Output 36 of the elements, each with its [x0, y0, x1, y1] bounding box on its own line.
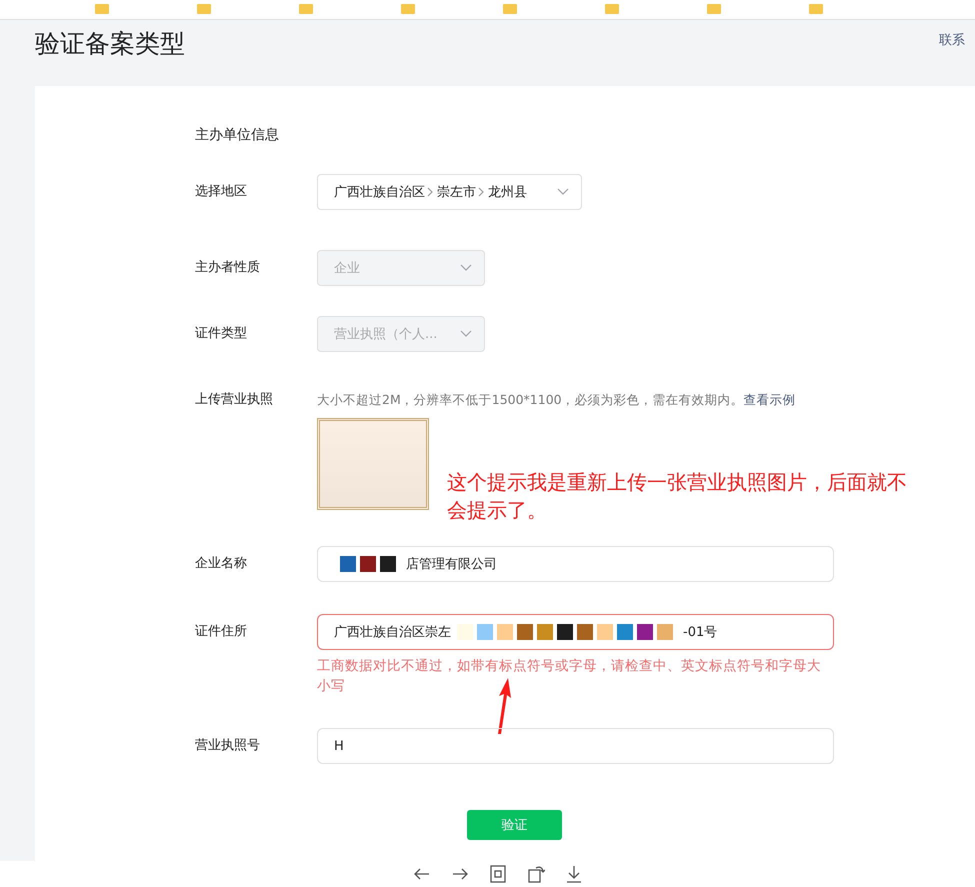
select-field: 营业执照（个人...	[317, 316, 485, 352]
field-label: 选择地区	[195, 183, 248, 201]
folder-icon[interactable]	[299, 4, 313, 14]
contact-link[interactable]: 联系	[939, 30, 965, 48]
field-label: 主办者性质	[195, 259, 261, 277]
chevron-right-icon	[427, 187, 433, 197]
example-link[interactable]: 查看示例	[744, 392, 796, 407]
select-field: 企业	[317, 250, 485, 286]
chevron-down-icon	[460, 264, 472, 272]
upload-hint: 大小不超过2M，分辨率不低于1500*1100，必须为彩色，需在有效期内。查看示例	[317, 391, 797, 409]
select-field[interactable]: 广西壮族自治区 崇左市 龙州县	[317, 174, 582, 210]
field-label: 证件类型	[195, 325, 248, 343]
folder-icon[interactable]	[605, 4, 619, 14]
chevron-down-icon	[557, 188, 569, 196]
folder-icon[interactable]	[401, 4, 415, 14]
field-label: 营业执照号	[195, 737, 261, 755]
field-label: 证件住所	[195, 623, 248, 641]
folder-icon[interactable]	[503, 4, 517, 14]
folder-icon[interactable]	[809, 4, 823, 14]
input-field[interactable]: H	[317, 728, 834, 764]
frame-icon[interactable]	[488, 865, 506, 883]
page-title: 验证备案类型	[35, 28, 185, 60]
chevron-down-icon	[460, 330, 472, 338]
error-message: 工商数据对比不通过，如带有标点符号或字母，请检查中、英文标点符号和字母大小写	[317, 657, 822, 696]
field-label: 企业名称	[195, 555, 248, 573]
download-icon[interactable]	[564, 865, 582, 883]
chevron-right-icon	[478, 187, 484, 197]
annotation-text: 这个提示我是重新上传一张营业执照图片，后面就不会提示了。	[447, 469, 908, 524]
field-label: 上传营业执照	[195, 391, 274, 409]
input-field[interactable]: 广西壮族自治区崇左 -01号	[317, 614, 834, 650]
folder-icon[interactable]	[707, 4, 721, 14]
input-field[interactable]: 店管理有限公司	[317, 546, 834, 582]
section-title: 主办单位信息	[195, 126, 280, 144]
rotate-icon[interactable]	[526, 865, 544, 883]
folder-icon[interactable]	[95, 4, 109, 14]
folder-icon[interactable]	[197, 4, 211, 14]
